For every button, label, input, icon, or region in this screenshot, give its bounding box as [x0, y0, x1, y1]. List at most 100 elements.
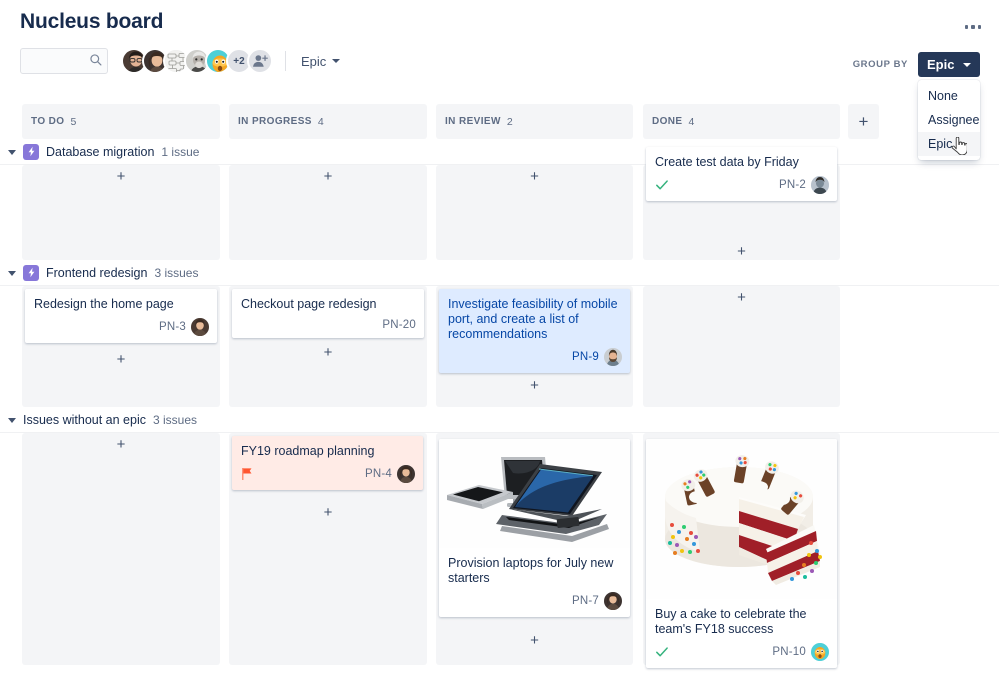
epic-icon [23, 264, 39, 281]
issue-card[interactable]: FY19 roadmap planning PN-4 [232, 436, 423, 490]
more-dot-3 [977, 25, 982, 29]
card-cover-image [439, 439, 630, 548]
issue-key: PN-4 [364, 468, 392, 480]
issue-key: PN-9 [571, 351, 599, 363]
issue-key: PN-10 [772, 646, 806, 658]
flag-icon [242, 468, 252, 480]
board-toolbar: +2 Epic [20, 48, 345, 74]
epic-filter-dropdown[interactable]: Epic [296, 51, 345, 72]
epic-icon [23, 143, 39, 160]
issue-title: FY19 roadmap planning [241, 444, 375, 458]
column-name: IN PROGRESS [238, 116, 312, 127]
done-check-icon [656, 647, 668, 657]
issue-title: Buy a cake to celebrate the team's FY18 … [655, 607, 807, 636]
add-card-button[interactable]: + [436, 165, 633, 187]
swimlane-header[interactable]: Database migration 1 issue [0, 139, 999, 165]
add-card-button[interactable]: + [643, 240, 840, 262]
add-card-button[interactable]: + [229, 501, 427, 523]
chevron-down-icon [332, 59, 341, 63]
avatar[interactable] [397, 465, 415, 483]
swimlane-body: Redesign the home page PN-3 + Checkout p… [0, 286, 999, 407]
group-by-button[interactable]: Epic [918, 52, 980, 77]
group-by-option-assignee[interactable]: Assignee [918, 108, 980, 132]
add-card-button[interactable]: + [22, 165, 220, 187]
column-name: DONE [652, 116, 683, 127]
column-dropzone-todo[interactable] [22, 433, 220, 665]
more-dot-1 [964, 25, 969, 29]
group-by-label: GROUP BY [852, 59, 908, 70]
issue-card[interactable]: Checkout page redesign PN-20 [232, 289, 424, 338]
swimlane-count: 1 issue [161, 144, 200, 159]
issue-meta: PN-10 [772, 643, 829, 661]
epic-filter-label: Epic [301, 53, 327, 69]
search-input[interactable] [20, 48, 108, 74]
issue-card[interactable]: Redesign the home page PN-3 [25, 289, 217, 343]
column-header-todo[interactable]: TO DO 5 [22, 104, 220, 139]
toolbar-divider [285, 51, 286, 71]
issue-card[interactable]: Investigate feasibility of mobile port, … [439, 289, 630, 373]
more-options-button[interactable] [960, 16, 986, 38]
issue-card-footer: PN-20 [232, 316, 424, 338]
done-check-icon [656, 180, 668, 190]
issue-key: PN-7 [571, 595, 599, 607]
issue-key: PN-20 [382, 318, 416, 331]
swimlane-count: 3 issues [153, 412, 198, 427]
column-count: 2 [506, 115, 513, 128]
chevron-down-icon[interactable] [8, 150, 16, 155]
issue-title: Create test data by Friday [655, 155, 799, 169]
issue-card-footer: PN-3 [25, 316, 217, 343]
column-count: 4 [317, 115, 324, 128]
avatar[interactable] [604, 348, 622, 366]
column-header-inreview[interactable]: IN REVIEW 2 [436, 104, 633, 139]
column-headers: TO DO 5 IN PROGRESS 4 IN REVIEW 2 DONE 4… [0, 104, 999, 139]
page-title: Nucleus board [20, 10, 164, 33]
add-column-button[interactable]: + [848, 104, 879, 139]
chevron-down-icon[interactable] [8, 271, 16, 276]
board-canvas: TO DO 5 IN PROGRESS 4 IN REVIEW 2 DONE 4… [0, 104, 999, 674]
issue-meta: PN-4 [365, 465, 415, 483]
issue-card[interactable]: Create test data by Friday PN-2 [646, 147, 837, 201]
column-count: 4 [688, 115, 695, 128]
issue-meta: PN-9 [572, 348, 622, 366]
avatar[interactable] [604, 592, 622, 610]
add-card-button[interactable]: + [22, 433, 220, 455]
group-by-option-none[interactable]: None [918, 84, 980, 108]
issue-card[interactable]: Provision laptops for July new starters … [439, 439, 630, 617]
swimlane-count: 3 issues [154, 265, 199, 280]
add-card-button[interactable]: + [643, 286, 840, 308]
search-container [20, 48, 108, 74]
swimlane-body: + + + Create test data by Friday PN-2 + [0, 147, 999, 262]
more-dot-2 [971, 25, 975, 29]
group-by-option-epic[interactable]: Epic [918, 132, 980, 156]
column-header-done[interactable]: DONE 4 [643, 104, 840, 139]
add-card-button[interactable]: + [436, 629, 633, 651]
group-by-selected-value: Epic [927, 57, 955, 72]
issue-meta: PN-2 [779, 176, 829, 194]
issue-meta: PN-7 [572, 592, 622, 610]
chevron-down-icon[interactable] [8, 418, 16, 423]
swimlane-header[interactable]: Frontend redesign 3 issues [0, 260, 999, 286]
avatar[interactable] [811, 643, 829, 661]
swimlane-frontend-redesign: Frontend redesign 3 issues Redesign the … [0, 260, 999, 407]
swimlane-header[interactable]: Issues without an epic 3 issues [0, 407, 999, 433]
issue-key: PN-3 [158, 321, 186, 333]
avatar[interactable] [191, 318, 209, 336]
issue-card-footer: PN-2 [646, 174, 837, 201]
issue-key: PN-2 [778, 179, 806, 191]
column-count: 5 [70, 115, 77, 128]
add-card-button[interactable]: + [229, 341, 427, 363]
issue-card[interactable]: Buy a cake to celebrate the team's FY18 … [646, 439, 837, 668]
avatar-group: +2 [121, 48, 273, 74]
avatar[interactable] [811, 176, 829, 194]
add-people-icon[interactable] [247, 48, 273, 74]
add-card-button[interactable]: + [436, 374, 633, 396]
column-header-inprogress[interactable]: IN PROGRESS 4 [229, 104, 427, 139]
add-card-button[interactable]: + [229, 165, 427, 187]
swimlane-database-migration: Database migration 1 issue + + + Create … [0, 139, 999, 260]
swimlane-title: Frontend redesign [46, 265, 148, 280]
add-card-button[interactable]: + [22, 348, 220, 370]
issue-card-footer: PN-9 [439, 346, 630, 373]
issue-title: Checkout page redesign [241, 297, 377, 311]
issue-card-footer: PN-10 [646, 641, 837, 668]
group-by-menu: None Assignee Epic [918, 80, 980, 160]
